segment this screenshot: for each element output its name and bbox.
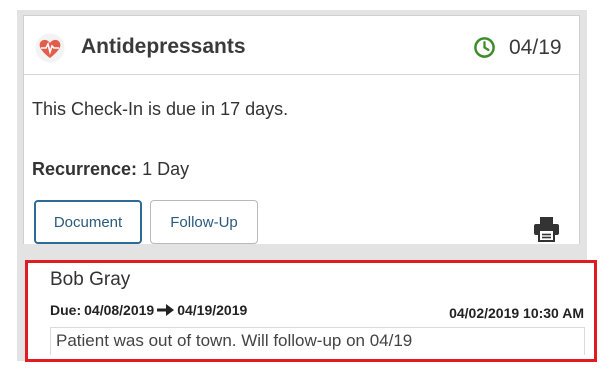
due-from-date: 04/08/2019 <box>84 302 155 318</box>
recurrence-value: 1 Day <box>142 159 190 179</box>
due-label: Due: <box>50 302 82 318</box>
arrow-right-icon <box>157 304 175 316</box>
follow-up-button[interactable]: Follow-Up <box>150 200 258 244</box>
due-to-date: 04/19/2019 <box>177 302 248 318</box>
printer-icon[interactable] <box>533 216 560 242</box>
entry-timestamp: 04/02/2019 10:30 AM <box>449 305 584 321</box>
card-title: Antidepressants <box>81 35 246 58</box>
checkin-entry: Bob Gray Due: 04/08/2019 04/19/2019 04/0… <box>25 260 597 362</box>
card-header: Antidepressants 04/19 <box>24 16 579 75</box>
patient-name: Bob Gray <box>50 269 131 290</box>
clock-icon <box>474 37 495 58</box>
heart-pulse-icon <box>35 33 65 63</box>
recurrence: Recurrence: 1 Day <box>32 159 189 180</box>
entry-due-range: Due: 04/08/2019 04/19/2019 <box>50 302 247 318</box>
checkin-card: Antidepressants 04/19 This Check-In is d… <box>23 15 580 244</box>
card-due-date: 04/19 <box>509 36 562 59</box>
entry-note: Patient was out of town. Will follow-up … <box>50 327 585 355</box>
document-button[interactable]: Document <box>34 200 142 244</box>
due-message: This Check-In is due in 17 days. <box>32 99 289 119</box>
recurrence-label: Recurrence: <box>32 159 138 179</box>
